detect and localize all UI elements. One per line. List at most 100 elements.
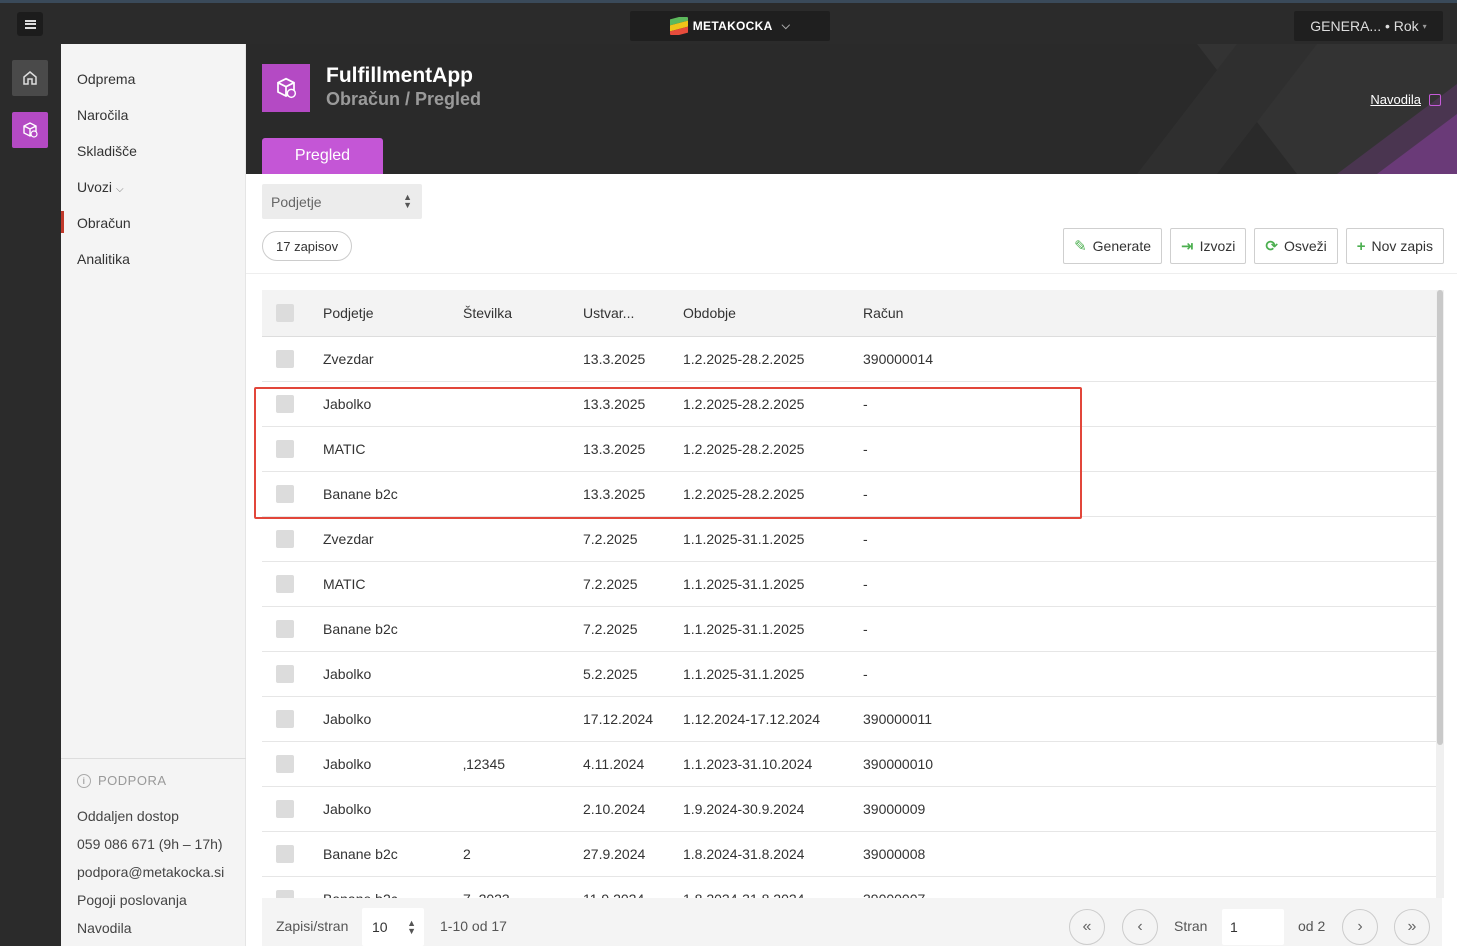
brand-switcher[interactable]: METAKOCKA ⌵ <box>630 11 830 41</box>
export-label: Izvozi <box>1199 238 1236 254</box>
page-label: Stran <box>1174 918 1208 934</box>
cell-number: 2 <box>463 846 471 862</box>
cell-period: 1.2.2025-28.2.2025 <box>683 351 805 367</box>
next-page-button[interactable]: › <box>1342 909 1378 945</box>
cell-invoice: 39000007 <box>863 891 925 898</box>
cell-period: 1.1.2025-31.1.2025 <box>683 576 805 592</box>
column-header-company[interactable]: Podjetje <box>323 305 374 321</box>
cell-created: 13.3.2025 <box>583 486 646 502</box>
main-content: Podjetje ▲ ▼ 17 zapisov ✎ Generate ⇥ Izvozi… <box>246 174 1457 946</box>
table-row[interactable]: MATIC 7.2.2025 1.1.2025-31.1.2025 - <box>262 562 1436 607</box>
refresh-button[interactable]: ⟳ Osveži <box>1254 228 1338 264</box>
nav-item-analitika[interactable]: Analitika <box>77 251 130 267</box>
column-header-number[interactable]: Številka <box>463 305 512 321</box>
cell-period: 1.1.2025-31.1.2025 <box>683 531 805 547</box>
support-link-terms[interactable]: Pogoji poslovanja <box>77 892 187 908</box>
support-link-help[interactable]: Navodila <box>77 920 131 936</box>
scrollbar-thumb[interactable] <box>1437 290 1443 745</box>
table-scrollbar[interactable] <box>1436 290 1444 898</box>
column-header-period[interactable]: Obdobje <box>683 305 736 321</box>
cell-period: 1.12.2024-17.12.2024 <box>683 711 821 727</box>
cell-period: 1.1.2025-31.1.2025 <box>683 666 805 682</box>
cell-company: Zvezdar <box>323 531 374 547</box>
home-icon <box>23 71 37 85</box>
row-checkbox[interactable] <box>276 665 294 683</box>
row-checkbox[interactable] <box>276 800 294 818</box>
column-header-created[interactable]: Ustvar... <box>583 305 634 321</box>
add-record-button[interactable]: + Nov zapis <box>1345 228 1444 264</box>
table-row[interactable]: Banane b2c 7_2023 11.9.2024 1.8.2024-31.8.2… <box>262 877 1436 898</box>
pagination-footer: Zapisi/stran 10 ▲ ▼ 1-10 od 17 « ‹ Stran … <box>262 898 1442 946</box>
nav-sidebar: Odprema Naročila Skladišče Uvozi ⌵ Obraču… <box>61 44 246 946</box>
table-header: Podjetje Številka Ustvar... Obdobje Raču… <box>262 290 1436 337</box>
row-checkbox[interactable] <box>276 350 294 368</box>
per-page-select[interactable]: 10 ▲ ▼ <box>362 908 424 946</box>
prev-page-button[interactable]: ‹ <box>1122 909 1158 945</box>
row-checkbox[interactable] <box>276 620 294 638</box>
column-header-invoice[interactable]: Račun <box>863 305 903 321</box>
cell-created: 13.3.2025 <box>583 396 646 412</box>
cell-number: 7_2023 <box>463 891 510 898</box>
row-checkbox[interactable] <box>276 440 294 458</box>
support-link-remote[interactable]: Oddaljen dostop <box>77 808 179 824</box>
export-button[interactable]: ⇥ Izvozi <box>1170 228 1247 264</box>
table-row[interactable]: Jabolko 2.10.2024 1.9.2024-30.9.2024 390000… <box>262 787 1436 832</box>
table-row[interactable]: Jabolko 5.2.2025 1.1.2025-31.1.2025 - <box>262 652 1436 697</box>
table-row[interactable]: Banane b2c 7.2.2025 1.1.2025-31.1.2025 - <box>262 607 1436 652</box>
cell-period: 1.9.2024-30.9.2024 <box>683 801 805 817</box>
support-phone: 059 086 671 (9h – 17h) <box>77 836 223 852</box>
hamburger-menu-button[interactable] <box>17 12 43 36</box>
fulfillment-app-button[interactable] <box>12 112 48 148</box>
support-email-link[interactable]: podpora@metakocka.si <box>77 864 224 880</box>
nav-item-odprema[interactable]: Odprema <box>77 71 135 87</box>
cell-created: 13.3.2025 <box>583 441 646 457</box>
generate-button[interactable]: ✎ Generate <box>1063 228 1163 264</box>
nav-item-uvozi[interactable]: Uvozi ⌵ <box>77 179 124 195</box>
table-row[interactable]: Zvezdar 13.3.2025 1.2.2025-28.2.2025 390000… <box>262 337 1436 382</box>
cell-invoice: - <box>863 441 868 457</box>
help-link[interactable]: Navodila <box>1370 92 1441 107</box>
row-checkbox[interactable] <box>276 755 294 773</box>
table-row[interactable]: Jabolko 17.12.2024 1.12.2024-17.12.2024 390… <box>262 697 1436 742</box>
hamburger-icon <box>24 19 36 29</box>
first-page-button[interactable]: « <box>1069 909 1105 945</box>
table-row[interactable]: Banane b2c 2 27.9.2024 1.8.2024-31.8.2024 39… <box>262 832 1436 877</box>
nav-item-obracun[interactable]: Obračun <box>61 211 131 233</box>
table-row[interactable]: Jabolko ‚12345 4.11.2024 1.1.2023-31.10.202… <box>262 742 1436 787</box>
table-row[interactable]: Banane b2c 13.3.2025 1.2.2025-28.2.2025 - <box>262 472 1436 517</box>
user-label: GENERA... • Rok <box>1310 18 1419 34</box>
select-all-checkbox[interactable] <box>276 304 294 322</box>
app-rail <box>0 44 61 946</box>
company-filter-select[interactable]: Podjetje ▲ ▼ <box>262 184 422 219</box>
user-menu-button[interactable]: GENERA... • Rok ▾ <box>1294 11 1443 41</box>
generate-label: Generate <box>1092 238 1152 254</box>
table-row[interactable]: Jabolko 13.3.2025 1.2.2025-28.2.2025 - <box>262 382 1436 427</box>
nav-item-label: Uvozi <box>77 179 113 195</box>
home-button[interactable] <box>12 60 48 96</box>
table-row[interactable]: Zvezdar 7.2.2025 1.1.2025-31.1.2025 - <box>262 517 1436 562</box>
row-checkbox[interactable] <box>276 485 294 503</box>
chevron-down-icon: ⌵ <box>116 184 124 195</box>
divider <box>246 273 1457 274</box>
page-number-input[interactable]: 1 <box>1222 909 1284 945</box>
row-checkbox[interactable] <box>276 890 294 898</box>
box-icon <box>277 77 297 99</box>
row-checkbox[interactable] <box>276 575 294 593</box>
cell-invoice: 390000010 <box>863 756 934 772</box>
chevron-down-icon: ▾ <box>1422 21 1427 31</box>
cell-company: Jabolko <box>323 711 372 727</box>
nav-item-narocila[interactable]: Naročila <box>77 107 128 123</box>
nav-item-skladisce[interactable]: Skladišče <box>77 143 137 159</box>
last-page-button[interactable]: » <box>1394 909 1430 945</box>
row-checkbox[interactable] <box>276 530 294 548</box>
cell-period: 1.1.2025-31.1.2025 <box>683 621 805 637</box>
cell-invoice: 390000011 <box>863 711 933 727</box>
row-checkbox[interactable] <box>276 395 294 413</box>
cell-company: MATIC <box>323 441 366 457</box>
row-checkbox[interactable] <box>276 710 294 728</box>
tab-pregled[interactable]: Pregled <box>262 138 383 174</box>
table-row[interactable]: MATIC 13.3.2025 1.2.2025-28.2.2025 - <box>262 427 1436 472</box>
header-decoration <box>1137 44 1457 174</box>
add-record-label: Nov zapis <box>1371 238 1433 254</box>
row-checkbox[interactable] <box>276 845 294 863</box>
